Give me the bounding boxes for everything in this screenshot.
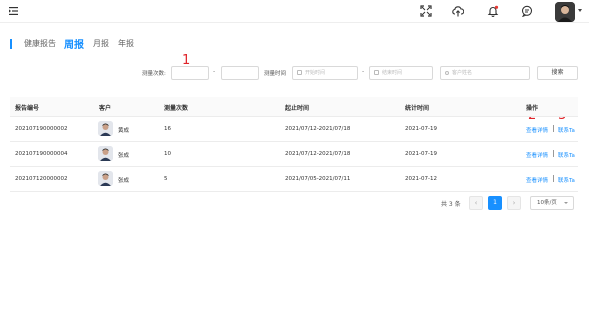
measure-count: 10	[164, 151, 171, 157]
end-date-placeholder: 结束时间	[382, 70, 403, 76]
page-size-select[interactable]: 10条/页	[530, 196, 574, 210]
view-detail-link[interactable]: 查看详情	[526, 176, 548, 184]
customer-search-input[interactable]: 客户姓名	[440, 66, 530, 80]
tab-indicator-bar	[10, 39, 12, 49]
measure-count: 5	[164, 176, 168, 182]
customer-name: 黄成	[118, 128, 130, 134]
stat-date: 2021-07-12	[405, 176, 437, 182]
tab-monthly[interactable]: 月报	[93, 38, 109, 49]
date-range: 2021/07/05-2021/07/11	[285, 176, 351, 182]
contact-link[interactable]: 联系Ta	[558, 176, 575, 184]
page-size-value: 10条/页	[537, 200, 557, 206]
chat-icon[interactable]	[521, 5, 533, 17]
bell-icon[interactable]	[487, 5, 499, 17]
col-report-id: 报告编号	[15, 105, 40, 112]
tab-weekly[interactable]: 周报	[64, 36, 84, 51]
report-id: 202107190000002	[15, 126, 68, 132]
col-stat-date: 统计时间	[405, 105, 430, 112]
pagination-total: 共 3 条	[441, 201, 461, 208]
top-bar	[0, 0, 589, 23]
view-detail-link[interactable]: 查看详情	[526, 126, 548, 134]
prev-page-button[interactable]: ‹	[469, 196, 483, 210]
table-row: 202107120000002 张成 5 2021/07/05-2021/07/…	[10, 167, 578, 192]
cloud-upload-icon[interactable]	[452, 5, 464, 17]
col-actions: 操作	[526, 105, 539, 112]
menu-toggle-icon[interactable]	[9, 7, 18, 15]
stat-date: 2021-07-19	[405, 151, 437, 157]
measure-count: 16	[164, 126, 171, 132]
view-detail-link[interactable]: 查看详情	[526, 151, 548, 159]
col-customer: 客户	[99, 105, 112, 112]
table-row: 202107190000004 张成 10 2021/07/12-2021/07…	[10, 142, 578, 167]
customer-avatar	[98, 121, 113, 136]
customer-search-placeholder: 客户姓名	[452, 70, 473, 76]
customer-name: 张成	[118, 178, 130, 184]
calendar-icon	[374, 70, 379, 75]
tab-health-report[interactable]: 健康报告	[24, 38, 56, 49]
customer-avatar	[98, 171, 113, 186]
calendar-icon	[297, 70, 302, 75]
page-1-button[interactable]: 1	[488, 196, 502, 210]
end-date-input[interactable]: 结束时间	[369, 66, 433, 80]
next-page-button[interactable]: ›	[507, 196, 521, 210]
search-icon	[445, 70, 449, 75]
chevron-down-icon[interactable]	[578, 9, 582, 12]
start-date-input[interactable]: 开始时间	[292, 66, 358, 80]
chevron-down-icon	[564, 202, 568, 204]
action-divider	[553, 125, 554, 132]
time-filter-label: 测量时间	[264, 71, 287, 77]
date-range-separator: -	[362, 68, 365, 75]
count-filter-label: 测量次数:	[142, 71, 166, 77]
start-date-placeholder: 开始时间	[305, 70, 326, 76]
count-to-input[interactable]	[221, 66, 259, 80]
col-range: 起止时间	[285, 105, 310, 112]
stat-date: 2021-07-19	[405, 126, 437, 132]
table-header: 报告编号 客户 测量次数 起止时间 统计时间 操作	[10, 97, 578, 117]
count-from-input[interactable]	[171, 66, 209, 80]
range-separator: -	[213, 68, 216, 75]
action-divider	[553, 150, 554, 157]
search-button[interactable]: 搜索	[537, 66, 578, 80]
tab-yearly[interactable]: 年报	[118, 38, 134, 49]
customer-avatar	[98, 146, 113, 161]
contact-link[interactable]: 联系Ta	[558, 151, 575, 159]
customer-name: 张成	[118, 153, 130, 159]
table-row: 202107190000002 黄成 16 2021/07/12-2021/07…	[10, 117, 578, 142]
date-range: 2021/07/12-2021/07/18	[285, 151, 351, 157]
contact-link[interactable]: 联系Ta	[558, 126, 575, 134]
date-range: 2021/07/12-2021/07/18	[285, 126, 351, 132]
action-divider	[553, 175, 554, 182]
fullscreen-icon[interactable]	[420, 5, 432, 17]
col-count: 测量次数	[164, 105, 189, 112]
report-id: 202107120000002	[15, 176, 68, 182]
report-id: 202107190000004	[15, 151, 68, 157]
user-avatar[interactable]	[555, 2, 575, 22]
